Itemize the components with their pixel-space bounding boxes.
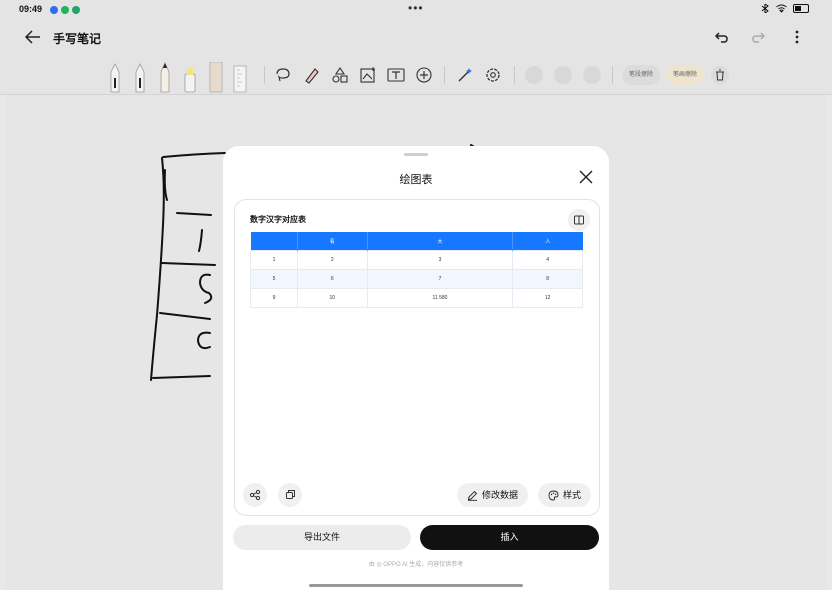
status-right (760, 4, 809, 13)
highlighter-icon (184, 68, 196, 93)
eraser-tool-icon (209, 62, 223, 93)
table-header-cell: 人 (512, 232, 583, 251)
split-view-icon (574, 215, 584, 225)
table-header-row: 看 大 人 (250, 232, 583, 251)
table-cell: 9 (250, 288, 298, 308)
multitask-dots[interactable]: ••• (408, 1, 424, 15)
table-header-cell: 大 (367, 232, 514, 251)
toolbar-separator (612, 66, 613, 84)
more-icon[interactable] (788, 28, 806, 46)
data-table: 看 大 人 1 2 3 4 5 6 7 8 9 10 11 580 12 (250, 232, 583, 308)
table-row: 9 10 11 580 12 (250, 288, 583, 308)
ruler-icon (233, 65, 247, 93)
table-header-cell: 看 (297, 232, 368, 251)
settings-icon[interactable] (484, 66, 502, 84)
notification-leaf-icon (72, 6, 80, 14)
table-cell: 5 (250, 269, 298, 289)
color-swatch-3[interactable] (583, 66, 601, 84)
table-title: 数字汉字对应表 (250, 215, 306, 224)
edit-data-button[interactable]: 修改数据 (457, 483, 529, 507)
segment-erase-chip[interactable]: 笔段擦除 (622, 65, 661, 85)
close-icon[interactable] (579, 170, 593, 184)
battery-icon (793, 4, 809, 13)
table-cell: 3 (366, 250, 514, 270)
insert-button[interactable]: 插入 (420, 525, 599, 550)
magic-icon[interactable] (456, 66, 474, 84)
color-swatch-1[interactable] (525, 66, 543, 84)
table-cell: 7 (366, 269, 514, 289)
page-title: 手写笔记 (53, 32, 102, 46)
screen: 09:49 ••• 手写笔记 笔段擦除 笔画擦除 绘图表 数字汉字对应表 看 大… (0, 0, 832, 590)
status-bar: 09:49 ••• (0, 0, 832, 20)
title-bar: 手写笔记 (0, 20, 832, 56)
redo-icon[interactable] (750, 28, 768, 46)
notification-shield-icon (61, 6, 69, 14)
dialog-title: 绘图表 (399, 174, 433, 186)
title-actions (712, 28, 806, 46)
delete-icon[interactable] (711, 66, 729, 84)
table-cell: 10 (297, 288, 368, 308)
palette-icon (548, 490, 559, 500)
table-row: 1 2 3 4 (250, 250, 583, 270)
table-cell: 11 580 (366, 288, 514, 308)
share-button[interactable] (243, 483, 267, 507)
ai-disclaimer: 由 ◎ OPPO AI 生成，内容仅供参考 (368, 562, 464, 568)
table-cell: 8 (512, 269, 583, 289)
table-cell: 1 (250, 250, 298, 270)
copy-icon (286, 490, 295, 499)
export-file-button[interactable]: 导出文件 (233, 525, 411, 550)
chart-dialog: 绘图表 数字汉字对应表 看 大 人 1 2 3 4 5 6 7 8 9 10 1… (223, 146, 609, 590)
status-notification-icons (50, 6, 80, 14)
wifi-icon (776, 4, 787, 13)
back-icon[interactable] (24, 28, 42, 46)
share-icon (249, 489, 261, 501)
table-header-cell (250, 232, 298, 251)
table-cell: 6 (297, 269, 368, 289)
add-icon[interactable] (415, 66, 433, 84)
pencil-icon (160, 62, 170, 93)
status-time: 09:49 (19, 4, 43, 14)
shapes-icon[interactable] (331, 66, 349, 84)
table-cell: 12 (512, 288, 583, 308)
drag-handle[interactable] (404, 153, 428, 156)
notification-blue-icon (50, 6, 58, 14)
color-swatch-2[interactable] (554, 66, 572, 84)
image-icon[interactable] (359, 66, 377, 84)
lasso-icon[interactable] (274, 66, 292, 84)
eraser-icon[interactable] (303, 66, 321, 84)
table-cell: 4 (512, 250, 583, 270)
undo-icon[interactable] (712, 28, 730, 46)
home-indicator[interactable] (309, 584, 523, 587)
fountain-pen-icon (135, 63, 145, 93)
toolbar-separator (444, 66, 445, 84)
stroke-erase-chip[interactable]: 笔画擦除 (666, 65, 705, 85)
split-view-button[interactable] (568, 209, 590, 231)
style-label: 样式 (563, 490, 582, 500)
text-icon[interactable] (387, 66, 405, 84)
edit-icon (467, 490, 478, 501)
copy-button[interactable] (278, 483, 302, 507)
drawing-toolbar: 笔段擦除 笔画擦除 (0, 56, 832, 95)
chart-preview-card: 数字汉字对应表 看 大 人 1 2 3 4 5 6 7 8 9 10 11 58… (234, 199, 600, 516)
toolbar-separator (264, 66, 265, 84)
table-row: 5 6 7 8 (250, 269, 583, 289)
toolbar-separator (514, 66, 515, 84)
ballpoint-pen-icon (110, 63, 120, 93)
bluetooth-icon (761, 4, 769, 13)
pen-tray (110, 62, 247, 93)
style-button[interactable]: 样式 (538, 483, 592, 507)
edit-data-label: 修改数据 (482, 490, 519, 500)
table-cell: 2 (297, 250, 368, 270)
